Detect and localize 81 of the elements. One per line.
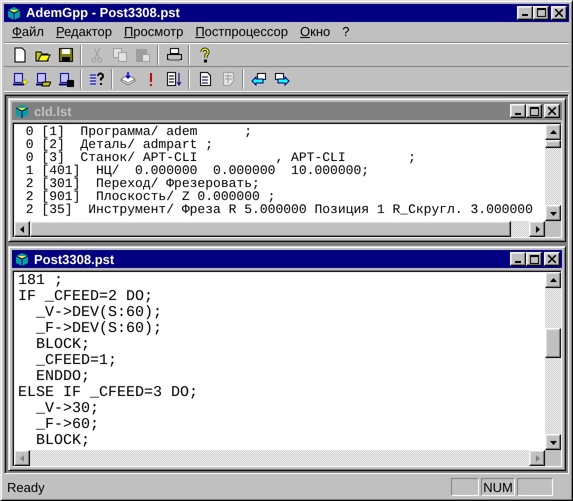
minimize-icon <box>515 112 521 115</box>
machine-disk-icon[interactable] <box>58 71 74 88</box>
code-line: 0 [1] Программа/ adem ; <box>24 125 254 138</box>
menu-item[interactable]: ? <box>336 24 356 40</box>
scroll-down-button[interactable] <box>545 205 561 222</box>
maximize-button[interactable] <box>526 252 542 266</box>
up-arrow-icon <box>550 276 556 284</box>
scroll-up-button[interactable] <box>545 272 561 288</box>
code-line: _F->DEV(S:60); <box>35 321 164 338</box>
code-line: _V->30; <box>35 401 100 418</box>
close-icon <box>555 8 563 17</box>
code-line: 0 [3] Станок/ APT-CLI , APT-CLI ; <box>24 151 417 164</box>
left-arrow-icon <box>18 226 26 233</box>
right-arrow-icon <box>534 226 540 233</box>
scroll-down-button[interactable] <box>545 434 561 450</box>
maximize-icon <box>530 254 538 264</box>
code-line: 2 [35] Инструмент/ Фреза R 5.000000 Позиция 1 R_Скругл. 3.000000 <box>24 203 534 216</box>
new-document-icon[interactable] <box>12 46 28 63</box>
scroll-up-button[interactable] <box>545 124 561 140</box>
code-line: ENDDO; <box>35 369 92 386</box>
machine-folder-icon[interactable] <box>34 71 50 88</box>
text-area[interactable] <box>14 124 545 222</box>
code-line: _V->DEV(S:60); <box>35 305 164 322</box>
menu-item[interactable]: Файл <box>6 24 50 40</box>
document-title: cld.lst <box>34 104 73 119</box>
left-arrow-icon[interactable] <box>250 71 266 88</box>
scroll-thumb[interactable] <box>545 328 561 358</box>
close-button[interactable] <box>551 6 567 20</box>
machine-sparkle-icon[interactable] <box>12 71 28 88</box>
maximize-icon <box>530 106 538 116</box>
status-indicator: NUM <box>481 478 515 496</box>
document-title: Post3308.pst <box>34 252 116 267</box>
maximize-button[interactable] <box>533 6 549 20</box>
down-arrow-icon <box>550 438 556 446</box>
minimize-button[interactable] <box>510 252 526 266</box>
scroll-thumb[interactable] <box>545 140 561 148</box>
right-arrow-icon[interactable] <box>274 71 290 88</box>
left-arrow-icon <box>18 454 26 462</box>
list-down-arrow-icon[interactable] <box>166 71 182 88</box>
code-line: 2 [901] Плоскость/ Z 0.000000 ; <box>24 190 276 204</box>
minimize-icon <box>515 260 521 263</box>
maximize-button[interactable] <box>526 104 542 118</box>
menu-item[interactable]: Редактор <box>50 24 118 40</box>
close-button[interactable] <box>544 252 560 266</box>
minimize-icon <box>522 14 528 16</box>
status-panel <box>451 478 479 496</box>
code-line: 0 [2] Деталь/ admpart ; <box>24 138 214 152</box>
status-message: Ready <box>6 480 46 495</box>
code-line: _F->60; <box>35 417 100 434</box>
printer-icon[interactable] <box>166 46 182 63</box>
code-line: ELSE IF _CFEED=3 DO; <box>18 385 200 402</box>
code-line: 2 [301] Переход/ Фрезеровать; <box>24 177 261 190</box>
right-arrow-icon <box>534 454 540 462</box>
stacked-pages-icon[interactable] <box>120 71 136 88</box>
code-line: _CFEED=1; <box>35 353 118 370</box>
scroll-left-button[interactable] <box>14 450 30 466</box>
menu-item[interactable]: Окно <box>294 24 336 40</box>
code-line: 1 [401] НЦ/ 0.000000 0.000000 10.000000; <box>24 164 370 178</box>
scroll-left-button[interactable] <box>14 221 30 238</box>
down-arrow-icon <box>550 210 556 217</box>
scroll-thumb[interactable] <box>30 221 511 238</box>
code-line: BLOCK; <box>35 433 92 450</box>
scroll-right-button[interactable] <box>529 221 545 238</box>
maximize-icon <box>536 8 546 18</box>
close-icon <box>548 255 556 264</box>
window-title: AdemGpp - Post3308.pst <box>26 5 181 20</box>
menu-item[interactable]: Постпроцессор <box>189 24 294 40</box>
scroll-right-button[interactable] <box>529 450 545 466</box>
up-arrow-icon <box>550 128 556 136</box>
close-icon <box>548 107 556 116</box>
minimize-button[interactable] <box>510 104 526 118</box>
code-line: 181 ; <box>18 273 64 290</box>
code-line: BLOCK; <box>35 337 92 354</box>
list-question-icon[interactable] <box>88 71 104 88</box>
minimize-button[interactable] <box>517 6 533 20</box>
text-area[interactable]: 181 ; IF _CFEED=2 DO; _V->DEV(S:60); _F->DEV(S:60); BLOCK; _CFEED=1; ENDDO; ELSE IF _CFEED=3 DO; _V->30; _F->60; BLOCK; <box>14 272 545 450</box>
status-panel <box>517 478 553 496</box>
code-line: IF _CFEED=2 DO; <box>18 289 154 306</box>
document-cube-icon <box>14 103 30 120</box>
menu-item[interactable]: Просмотр <box>118 24 190 40</box>
close-button[interactable] <box>544 104 560 118</box>
